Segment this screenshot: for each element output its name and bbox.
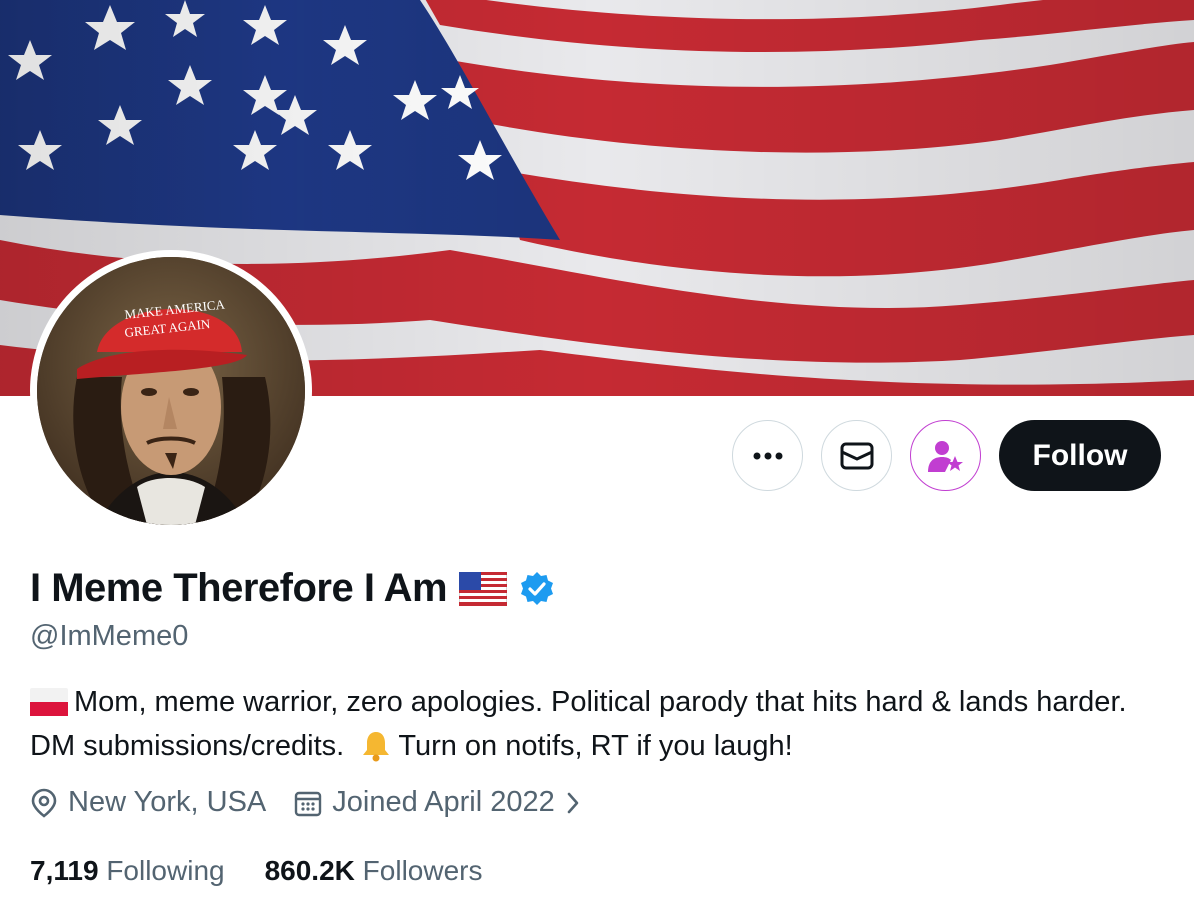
joined-item[interactable]: Joined April 2022 bbox=[294, 786, 581, 819]
followers-count: 860.2K bbox=[264, 855, 355, 886]
verified-badge-icon[interactable] bbox=[519, 571, 555, 607]
profile-bio: Mom, meme warrior, zero apologies. Polit… bbox=[30, 680, 1140, 768]
display-name: I Meme Therefore I Am bbox=[30, 566, 448, 610]
more-button[interactable] bbox=[732, 420, 803, 491]
profile-meta: New York, USA Joined April 2022 bbox=[30, 786, 581, 819]
us-flag-icon bbox=[459, 571, 508, 606]
chevron-right-icon bbox=[567, 792, 579, 813]
following-label: Following bbox=[106, 855, 225, 886]
user-star-icon bbox=[927, 440, 963, 472]
profile-handle: @ImMeme0 bbox=[30, 620, 189, 652]
follow-button[interactable]: Follow bbox=[999, 420, 1161, 491]
avatar: MAKE AMERICA GREAT AGAIN bbox=[37, 257, 305, 525]
joined-text: Joined April 2022 bbox=[332, 786, 555, 818]
more-icon bbox=[753, 452, 782, 459]
following-link[interactable]: 7,119 Following bbox=[30, 855, 225, 887]
avatar-portrait-icon: MAKE AMERICA GREAT AGAIN bbox=[37, 257, 305, 525]
poland-flag-icon bbox=[30, 688, 68, 717]
location-item: New York, USA bbox=[30, 786, 266, 819]
calendar-icon bbox=[295, 791, 322, 816]
subscribe-button[interactable] bbox=[910, 420, 981, 491]
location-text: New York, USA bbox=[68, 786, 267, 818]
following-count: 7,119 bbox=[30, 855, 99, 886]
name-row: I Meme Therefore I Am bbox=[30, 566, 555, 611]
location-pin-icon bbox=[31, 788, 57, 818]
profile-stats: 7,119 Following 860.2K Followers bbox=[30, 855, 482, 887]
followers-label: Followers bbox=[362, 855, 483, 886]
profile-actions: Follow bbox=[732, 420, 1161, 491]
followers-link[interactable]: 860.2K Followers bbox=[265, 855, 483, 887]
bio-text-part2: Turn on notifs, RT if you laugh! bbox=[398, 729, 793, 762]
message-button[interactable] bbox=[821, 420, 892, 491]
envelope-icon bbox=[840, 442, 873, 469]
profile-avatar[interactable]: MAKE AMERICA GREAT AGAIN bbox=[30, 250, 312, 532]
bell-icon bbox=[363, 732, 390, 762]
